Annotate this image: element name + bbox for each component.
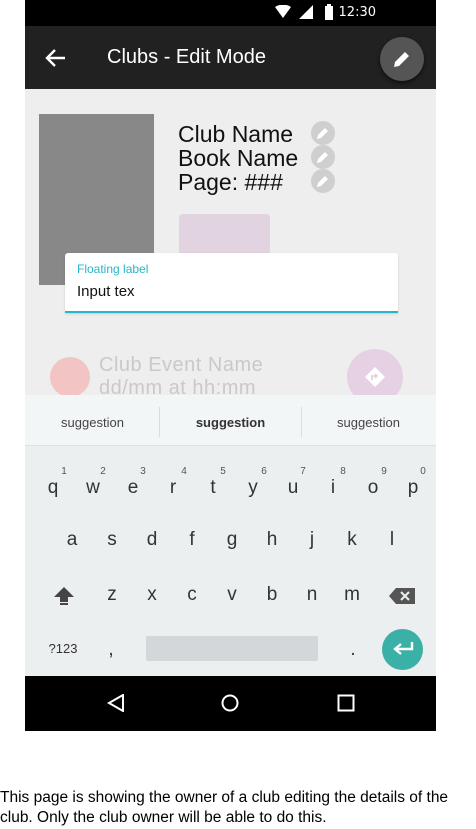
key-s[interactable]: s [97, 529, 127, 551]
symbols-key[interactable]: ?123 [41, 641, 85, 656]
key-hint: 8 [340, 466, 346, 477]
directions-icon [365, 367, 385, 387]
edit-book-name-button[interactable] [311, 145, 335, 169]
suggestion-right[interactable]: suggestion [301, 415, 436, 430]
suggestion-divider [159, 407, 160, 437]
edit-page-button[interactable] [311, 169, 335, 193]
key-hint: 2 [100, 466, 106, 477]
system-nav-bar [25, 676, 436, 731]
key-z[interactable]: z [97, 584, 127, 606]
club-name-text: Club Name [178, 121, 294, 147]
key-q[interactable]: q [38, 477, 68, 499]
key-a[interactable]: a [57, 529, 87, 551]
pencil-icon [317, 152, 328, 163]
edit-mode-button[interactable] [380, 37, 424, 81]
app-bar: Clubs - Edit Mode [25, 26, 436, 89]
phone-screen: 12:30 Clubs - Edit Mode Club Name Book N… [25, 0, 436, 731]
arrow-back-icon[interactable] [45, 48, 67, 68]
pencil-icon [317, 128, 328, 139]
key-j[interactable]: j [297, 529, 327, 551]
suggestion-center[interactable]: suggestion [163, 415, 298, 430]
book-name-text: Book Name [178, 145, 299, 171]
key-v[interactable]: v [217, 584, 247, 606]
club-button[interactable] [179, 214, 270, 258]
enter-key[interactable] [382, 629, 423, 670]
key-hint: 3 [140, 466, 146, 477]
pencil-icon [317, 176, 328, 187]
text-field-dialog: Floating label Input tex [65, 253, 398, 313]
page-number-text: Page: ### [178, 169, 283, 195]
floating-label: Floating label [77, 262, 149, 276]
key-c[interactable]: c [177, 584, 207, 606]
key-e[interactable]: e [118, 477, 148, 499]
key-i[interactable]: i [318, 477, 348, 499]
recents-square-icon[interactable] [337, 694, 355, 712]
key-d[interactable]: d [137, 529, 167, 551]
key-hint: 5 [220, 466, 226, 477]
status-bar: 12:30 [25, 0, 436, 26]
key-b[interactable]: b [257, 584, 287, 606]
key-hint: 7 [300, 466, 306, 477]
back-triangle-icon[interactable] [107, 694, 125, 712]
caption-text: This page is showing the owner of a club… [0, 789, 449, 826]
key-n[interactable]: n [297, 584, 327, 606]
comma-key[interactable]: , [96, 639, 126, 661]
key-g[interactable]: g [217, 529, 247, 551]
space-key[interactable] [146, 636, 318, 661]
key-w[interactable]: w [78, 477, 108, 499]
key-o[interactable]: o [358, 477, 388, 499]
event-name-text: Club Event Name [99, 354, 264, 376]
soft-keyboard: suggestion suggestion suggestion 1 2 3 4… [25, 395, 436, 676]
key-t[interactable]: t [198, 477, 228, 499]
return-arrow-icon [393, 642, 414, 655]
shift-icon[interactable] [53, 586, 75, 606]
key-y[interactable]: y [238, 477, 268, 499]
key-hint: 1 [61, 466, 67, 477]
suggestion-left[interactable]: suggestion [25, 415, 160, 430]
status-time: 12:30 [338, 5, 376, 20]
key-u[interactable]: u [278, 477, 308, 499]
key-hint: 6 [261, 466, 267, 477]
key-r[interactable]: r [158, 477, 188, 499]
suggestion-bar: suggestion suggestion suggestion [25, 395, 436, 446]
key-p[interactable]: p [398, 477, 428, 499]
key-hint: 4 [181, 466, 187, 477]
battery-icon [325, 4, 333, 20]
key-f[interactable]: f [177, 529, 207, 551]
input-underline [65, 311, 398, 313]
event-avatar [50, 357, 90, 397]
key-l[interactable]: l [377, 529, 407, 551]
key-hint: 9 [381, 466, 387, 477]
home-circle-icon[interactable] [221, 694, 239, 712]
key-x[interactable]: x [137, 584, 167, 606]
period-key[interactable]: . [338, 639, 368, 661]
key-hint: 0 [420, 466, 426, 477]
wifi-icon [275, 5, 291, 18]
edit-club-name-button[interactable] [311, 121, 335, 145]
key-k[interactable]: k [337, 529, 367, 551]
key-h[interactable]: h [257, 529, 287, 551]
page-title: Clubs - Edit Mode [107, 46, 266, 68]
backspace-icon[interactable] [388, 587, 416, 605]
key-m[interactable]: m [337, 584, 367, 606]
signal-icon [299, 5, 313, 19]
pencil-icon [394, 52, 409, 67]
text-input[interactable]: Input tex [77, 283, 135, 300]
